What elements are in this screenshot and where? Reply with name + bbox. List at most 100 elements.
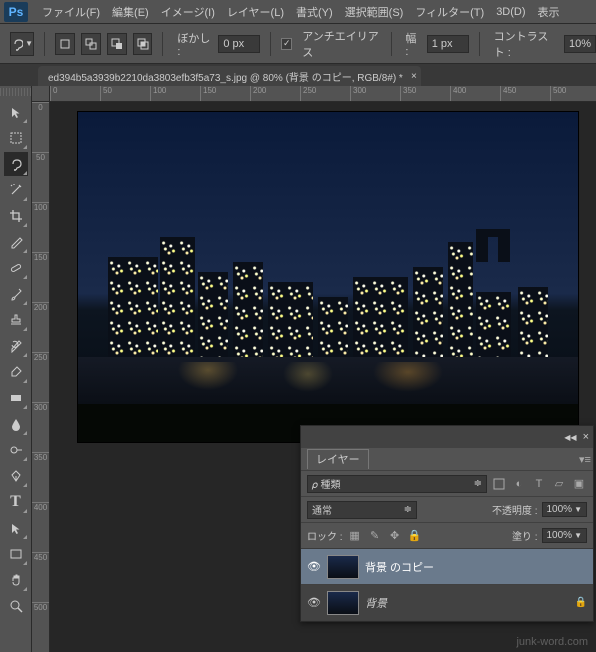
lock-pixels-icon[interactable]: ✎ (367, 528, 383, 544)
canvas-area[interactable]: 050100150200250300350400450500550600 050… (32, 86, 596, 652)
kind-filter-select[interactable]: 𝜌 種類≑ (307, 475, 487, 493)
app-logo: Ps (4, 2, 28, 22)
toolbox-drag-handle[interactable] (0, 88, 31, 96)
filter-pixel-icon[interactable] (491, 476, 507, 492)
antialias-checkbox[interactable]: ✓ (281, 38, 292, 50)
lock-label: ロック : (307, 528, 343, 543)
menu-edit[interactable]: 編集(E) (106, 4, 155, 20)
history-brush-tool[interactable] (4, 334, 28, 358)
filter-smart-icon[interactable]: ▣ (571, 476, 587, 492)
opacity-input[interactable]: 100%▼ (542, 502, 588, 517)
menu-type[interactable]: 書式(Y) (290, 4, 339, 20)
layers-tab[interactable]: レイヤー (307, 449, 369, 469)
layer-name[interactable]: 背景 (365, 595, 569, 611)
menu-image[interactable]: イメージ(I) (155, 4, 221, 20)
visibility-toggle[interactable]: 👁 (307, 560, 321, 573)
menu-filter[interactable]: フィルター(T) (409, 4, 490, 20)
chevron-icon: ≑ (474, 478, 482, 489)
type-tool[interactable]: T (4, 490, 28, 514)
healing-tool[interactable] (4, 256, 28, 280)
separator (162, 32, 163, 56)
fill-input[interactable]: 100%▼ (542, 528, 588, 543)
layer-thumbnail[interactable] (327, 591, 359, 615)
eyedropper-tool[interactable] (4, 230, 28, 254)
collapse-icon[interactable]: ◀◀ (564, 433, 576, 442)
close-panel-icon[interactable]: × (583, 431, 589, 443)
ruler-origin[interactable] (32, 86, 50, 102)
filter-type-icon[interactable]: T (531, 476, 547, 492)
layer-name[interactable]: 背景 のコピー (365, 559, 587, 575)
lock-all-icon[interactable]: 🔒 (407, 528, 423, 544)
hand-icon (9, 573, 23, 587)
layer-item[interactable]: 👁 背景 🔒 (301, 585, 593, 621)
menu-select[interactable]: 選択範囲(S) (339, 4, 410, 20)
lasso-tool[interactable] (4, 152, 28, 176)
opacity-label: 不透明度 : (492, 502, 538, 517)
layers-panel: ◀◀ × レイヤー ▾≡ 𝜌 種類≑ ◐ T ▱ ▣ 通常≑ (300, 425, 594, 622)
blend-row: 通常≑ 不透明度 : 100%▼ (301, 496, 593, 522)
eraser-icon (9, 365, 23, 379)
antialias-label: アンチエイリアス (302, 28, 380, 60)
eraser-tool[interactable] (4, 360, 28, 384)
stamp-tool[interactable] (4, 308, 28, 332)
dodge-icon (9, 443, 23, 457)
menu-layer[interactable]: レイヤー(L) (221, 4, 290, 20)
type-icon: T (10, 493, 21, 511)
shape-tool[interactable] (4, 542, 28, 566)
magnetic-lasso-icon (9, 157, 23, 171)
intersect-selection-icon (136, 37, 150, 51)
visibility-toggle[interactable]: 👁 (307, 596, 321, 609)
dodge-tool[interactable] (4, 438, 28, 462)
layer-thumbnail[interactable] (327, 555, 359, 579)
menu-view[interactable]: 表示 (532, 4, 566, 20)
lock-transparency-icon[interactable]: ▦ (347, 528, 363, 544)
document-tab[interactable]: ed394b5a3939b2210da3803efb3f5a73_s.jpg @… (38, 66, 421, 86)
marquee-tool[interactable] (4, 126, 28, 150)
image-reflections (128, 362, 528, 402)
vertical-ruler[interactable]: 050100150200250300350400450500550600650 (32, 102, 50, 652)
add-selection-button[interactable] (81, 33, 101, 55)
new-selection-button[interactable] (55, 33, 75, 55)
close-tab-icon[interactable]: × (411, 71, 417, 82)
move-tool[interactable] (4, 100, 28, 124)
gradient-icon (9, 391, 23, 405)
panel-menu-icon[interactable]: ▾≡ (577, 451, 593, 467)
gradient-tool[interactable] (4, 386, 28, 410)
toolbox: T (0, 86, 32, 652)
blur-tool[interactable] (4, 412, 28, 436)
document-canvas[interactable] (78, 112, 578, 442)
layer-item[interactable]: 👁 背景 のコピー (301, 549, 593, 585)
blend-mode-select[interactable]: 通常≑ (307, 501, 417, 519)
arrow-icon (9, 521, 23, 535)
lock-position-icon[interactable]: ✥ (387, 528, 403, 544)
menu-3d[interactable]: 3D(D) (490, 6, 531, 18)
zoom-tool[interactable] (4, 594, 28, 618)
crop-tool[interactable] (4, 204, 28, 228)
zoom-icon (9, 599, 23, 613)
pen-icon (9, 469, 23, 483)
lock-row: ロック : ▦ ✎ ✥ 🔒 塗り : 100%▼ (301, 522, 593, 548)
lock-icon: 🔒 (575, 597, 587, 608)
contrast-input[interactable] (564, 35, 596, 53)
horizontal-ruler[interactable]: 050100150200250300350400450500550600 (50, 86, 596, 102)
fill-label: 塗り : (512, 528, 538, 543)
stamp-icon (9, 313, 23, 327)
intersect-selection-button[interactable] (133, 33, 153, 55)
history-brush-icon (9, 339, 23, 353)
chevron-down-icon: ▼ (574, 531, 582, 540)
pen-tool[interactable] (4, 464, 28, 488)
menu-file[interactable]: ファイル(F) (36, 4, 106, 20)
feather-input[interactable] (218, 35, 260, 53)
magic-wand-tool[interactable] (4, 178, 28, 202)
chevron-icon: ≑ (404, 504, 412, 515)
marquee-icon (9, 131, 23, 145)
filter-shape-icon[interactable]: ▱ (551, 476, 567, 492)
subtract-selection-button[interactable] (107, 33, 127, 55)
filter-adjustment-icon[interactable]: ◐ (511, 476, 527, 492)
brush-tool[interactable] (4, 282, 28, 306)
width-input[interactable] (427, 35, 469, 53)
hand-tool[interactable] (4, 568, 28, 592)
tool-preset-picker[interactable]: ▼ (10, 32, 34, 56)
panel-header[interactable]: ◀◀ × (301, 426, 593, 448)
path-selection-tool[interactable] (4, 516, 28, 540)
